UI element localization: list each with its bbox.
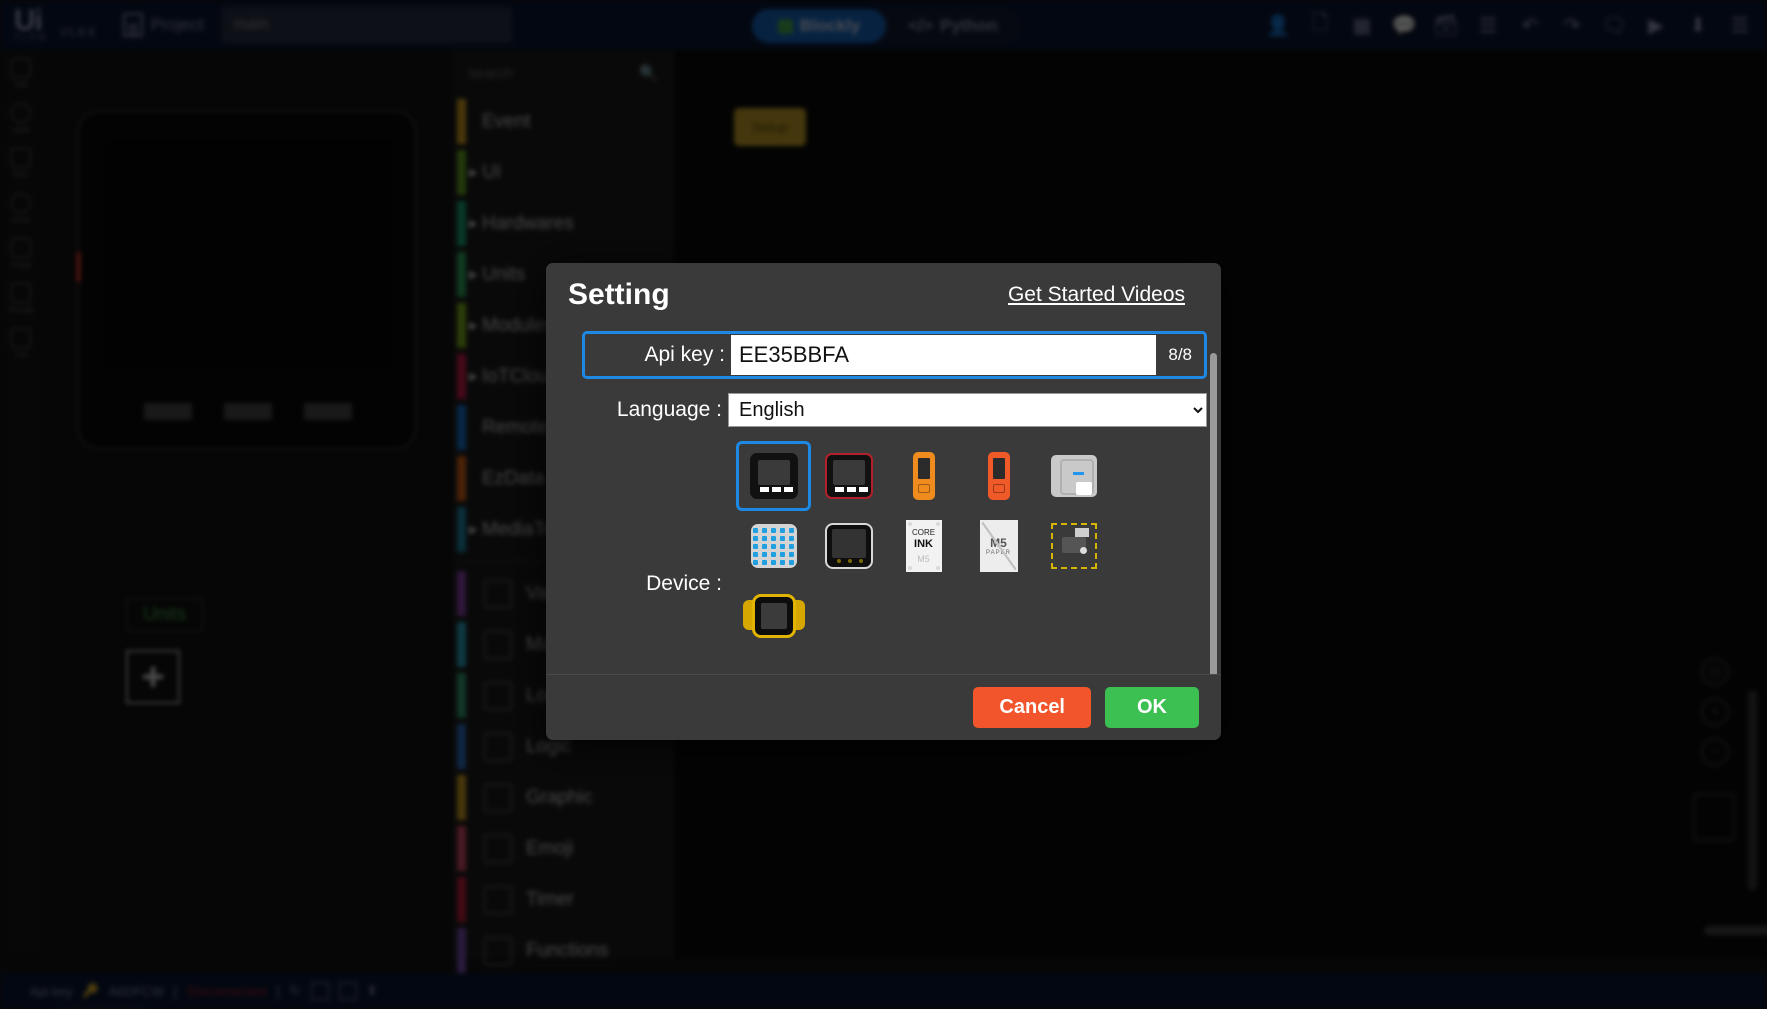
dialog-scrollbar[interactable] — [1210, 353, 1217, 674]
settings-dialog: Setting Get Started Videos Api key : 8/8… — [546, 263, 1221, 740]
language-select[interactable]: English中文日本語Deutsch — [728, 393, 1207, 427]
device-option-atom-lite[interactable] — [1036, 441, 1111, 511]
device-option-stickc-plus[interactable] — [961, 441, 1036, 511]
device-label: Device : — [646, 572, 722, 595]
get-started-videos-link[interactable]: Get Started Videos — [1008, 283, 1185, 307]
stick-thumb — [912, 452, 935, 500]
device-option-core2[interactable] — [811, 511, 886, 581]
coreink-thumb: CORE INK M5 — [905, 520, 942, 572]
dialog-title: Setting — [568, 278, 670, 311]
device-row: Device : COREINKM5 M5PAPER — [582, 441, 1207, 651]
watch-thumb — [742, 590, 805, 642]
core-thumb — [749, 453, 798, 499]
api-key-input[interactable] — [731, 335, 1157, 375]
api-key-row[interactable]: Api key : 8/8 — [582, 331, 1207, 379]
device-option-coreink[interactable]: CORE INK M5 — [886, 511, 961, 581]
device-option-watch[interactable] — [736, 581, 811, 651]
language-row: Language : English中文日本語Deutsch — [582, 393, 1207, 427]
settings-dialog-header: Setting Get Started Videos — [546, 263, 1221, 321]
core2-thumb — [824, 523, 873, 569]
ok-button[interactable]: OK — [1105, 687, 1199, 728]
stick-thumb — [987, 452, 1010, 500]
device-option-m5paper[interactable]: M5PAPER — [961, 511, 1036, 581]
settings-dialog-body: Api key : 8/8 Language : English中文日本語Deu… — [546, 321, 1221, 674]
app-root: Ui FLOW V1.8.8 Project main Blockly </> … — [0, 0, 1767, 1009]
device-option-core-fire[interactable] — [811, 441, 886, 511]
settings-dialog-footer: Cancel OK — [546, 674, 1221, 740]
device-option-core-basic[interactable] — [736, 441, 811, 511]
atom-lite-thumb — [1050, 455, 1097, 497]
device-option-stamp-pico[interactable] — [1036, 511, 1111, 581]
m5paper-thumb: M5PAPER — [979, 520, 1018, 572]
atom-matrix-thumb — [750, 524, 797, 568]
device-option-atom-matrix[interactable] — [736, 511, 811, 581]
api-key-counter: 8/8 — [1168, 345, 1192, 364]
cancel-button[interactable]: Cancel — [973, 687, 1091, 728]
stamp-pico-thumb — [1050, 523, 1097, 569]
device-option-stickc[interactable] — [886, 441, 961, 511]
api-key-label: Api key : — [644, 343, 725, 366]
core-thumb — [824, 453, 873, 499]
language-label: Language : — [616, 398, 722, 421]
device-grid: COREINKM5 M5PAPER — [736, 441, 1111, 651]
